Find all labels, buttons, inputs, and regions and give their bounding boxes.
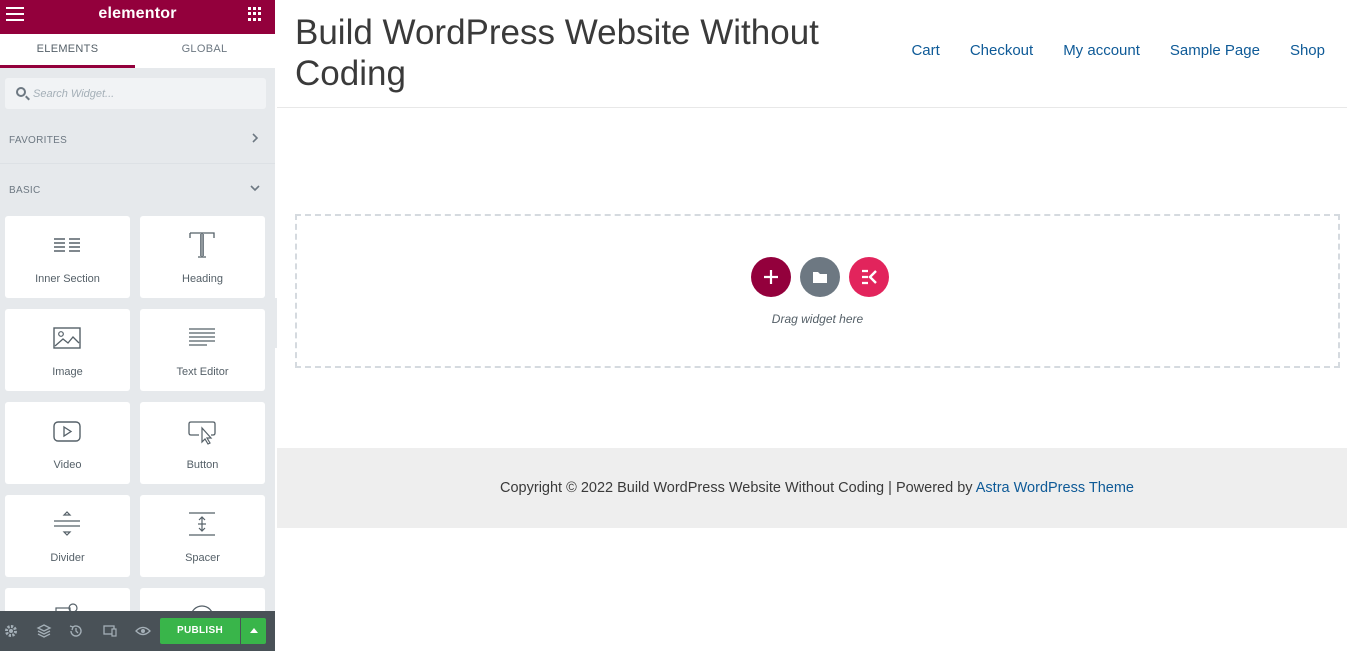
search-icon	[16, 87, 26, 97]
elementskit-icon	[862, 269, 877, 285]
preview-eye-icon[interactable]	[135, 623, 151, 639]
category-basic[interactable]: BASIC	[0, 164, 275, 214]
settings-gear-icon[interactable]	[3, 623, 19, 639]
widget-spacer[interactable]: Spacer	[140, 495, 265, 577]
search-widget-input[interactable]	[33, 84, 258, 104]
nav-my-account[interactable]: My account	[1063, 42, 1140, 59]
history-icon[interactable]	[68, 623, 84, 639]
widget-video[interactable]: Video	[5, 402, 130, 484]
panel-tabs: ELEMENTS GLOBAL	[0, 34, 275, 68]
add-new-section-button[interactable]	[751, 257, 791, 297]
site-header: Build WordPress Website Without Coding C…	[277, 0, 1347, 108]
site-title[interactable]: Build WordPress Website Without Coding	[295, 12, 855, 94]
divider-icon	[54, 511, 80, 536]
widget-inner-section[interactable]: Inner Section	[5, 216, 130, 298]
navigator-layers-icon[interactable]	[36, 623, 52, 639]
widget-search	[5, 78, 266, 109]
widget-image[interactable]: Image	[5, 309, 130, 391]
widget-text-editor[interactable]: Text Editor	[140, 309, 265, 391]
elementor-logo: elementor	[98, 5, 177, 22]
plus-icon	[764, 270, 778, 284]
copyright-label: Copyright © 2022 Build WordPress Website…	[500, 480, 976, 496]
nav-cart[interactable]: Cart	[911, 42, 939, 59]
responsive-mode-icon[interactable]	[102, 623, 118, 639]
site-footer: Copyright © 2022 Build WordPress Website…	[277, 448, 1347, 528]
widget-label: Divider	[50, 552, 85, 564]
theme-link[interactable]: Astra WordPress Theme	[976, 480, 1134, 496]
video-icon	[53, 421, 81, 442]
widget-button[interactable]: Button	[140, 402, 265, 484]
copyright-text: Copyright © 2022 Build WordPress Website…	[277, 480, 1347, 496]
category-label: FAVORITES	[9, 135, 68, 146]
publish-options-caret-icon[interactable]	[241, 618, 266, 644]
chevron-right-icon	[252, 133, 259, 143]
widget-heading[interactable]: Heading	[140, 216, 265, 298]
publish-button[interactable]: PUBLISH	[160, 618, 240, 644]
widget-label: Spacer	[185, 552, 220, 564]
category-favorites[interactable]: FAVORITES	[0, 114, 275, 164]
folder-icon	[813, 272, 827, 283]
spacer-icon	[189, 512, 215, 536]
widget-label: Button	[186, 459, 219, 471]
nav-shop[interactable]: Shop	[1290, 42, 1325, 59]
preview-canvas: Build WordPress Website Without Coding C…	[277, 0, 1347, 651]
text-editor-icon	[189, 328, 215, 346]
widgets-grid-icon[interactable]	[248, 7, 262, 21]
widget-divider[interactable]: Divider	[5, 495, 130, 577]
add-section-drop-zone[interactable]: Drag widget here	[295, 214, 1340, 368]
widget-label: Text Editor	[176, 366, 229, 378]
chevron-down-icon	[250, 185, 260, 192]
image-icon	[53, 327, 81, 349]
widget-label: Heading	[182, 273, 223, 285]
elementor-panel: elementor ELEMENTS GLOBAL FAVORITES BASI…	[0, 0, 275, 651]
widget-label: Image	[52, 366, 83, 378]
inner-section-icon	[54, 238, 80, 252]
widget-label: Video	[53, 459, 82, 471]
tab-elements[interactable]: ELEMENTS	[0, 34, 135, 68]
panel-header: elementor	[0, 0, 275, 34]
nav-checkout[interactable]: Checkout	[970, 42, 1033, 59]
drag-widget-hint: Drag widget here	[771, 312, 864, 326]
heading-icon	[189, 232, 215, 258]
tab-global[interactable]: GLOBAL	[137, 34, 272, 68]
elementskit-library-button[interactable]	[849, 257, 889, 297]
category-label: BASIC	[9, 185, 41, 196]
widget-label: Inner Section	[35, 273, 100, 285]
add-template-button[interactable]	[800, 257, 840, 297]
button-icon	[188, 421, 216, 445]
nav-sample-page[interactable]: Sample Page	[1170, 42, 1260, 59]
primary-navigation: Cart Checkout My account Sample Page Sho…	[881, 42, 1325, 62]
